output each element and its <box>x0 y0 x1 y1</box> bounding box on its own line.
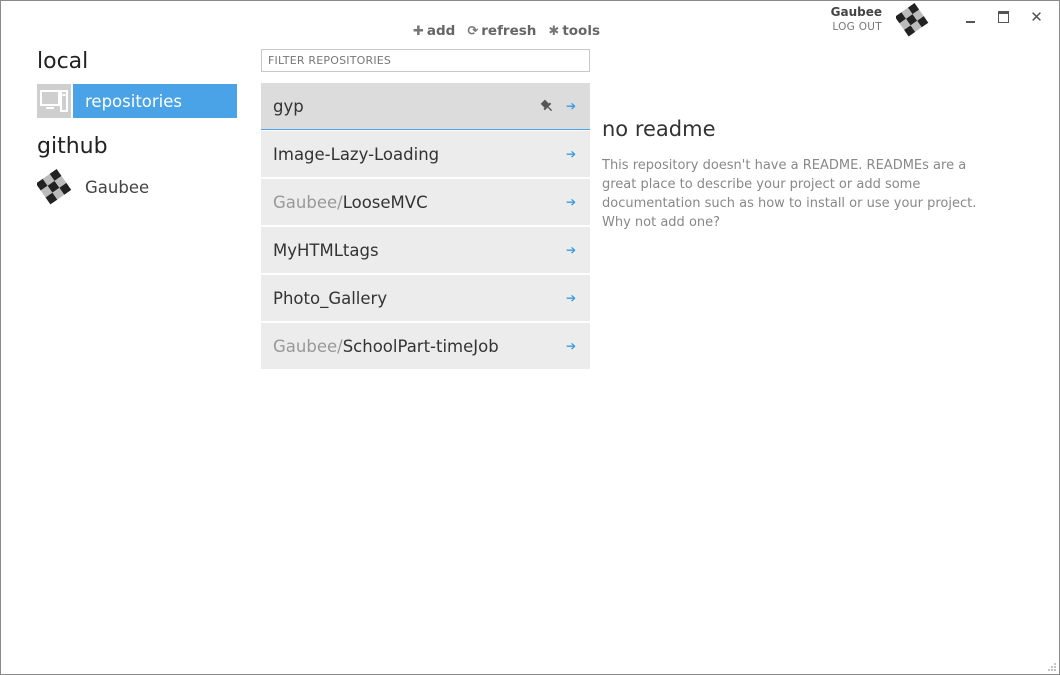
window-controls: ✕ <box>954 7 1053 27</box>
maximize-icon <box>998 11 1009 23</box>
account-avatar <box>37 169 72 205</box>
user-name: Gaubee <box>830 5 882 19</box>
repo-name: Image-Lazy-Loading <box>273 144 440 164</box>
local-section-title: local <box>37 49 89 74</box>
close-icon: ✕ <box>1030 8 1043 26</box>
user-area: Gaubee LOG OUT <box>816 5 882 34</box>
plus-icon: ✚ <box>413 23 424 39</box>
repo-row[interactable]: gyp ➔ <box>261 83 590 130</box>
sidebar-item-repositories[interactable]: repositories <box>37 84 237 118</box>
repo-owner: Gaubee/ <box>273 192 343 212</box>
close-button[interactable]: ✕ <box>1020 7 1053 27</box>
logout-link[interactable]: LOG OUT <box>816 20 882 34</box>
add-button[interactable]: ✚ add <box>413 23 455 39</box>
refresh-button[interactable]: ⟳ refresh <box>467 23 536 39</box>
pin-icon[interactable] <box>540 99 554 113</box>
arrow-right-icon[interactable]: ➔ <box>566 243 576 257</box>
minimize-icon <box>966 21 975 23</box>
tools-button[interactable]: ✱ tools <box>548 23 600 39</box>
arrow-right-icon[interactable]: ➔ <box>566 147 576 161</box>
filter-input[interactable] <box>261 49 590 72</box>
repo-row[interactable]: MyHTMLtags ➔ <box>261 227 590 273</box>
repo-list: gyp ➔ Image-Lazy-Loading ➔ Gaubee/LooseM… <box>261 83 590 371</box>
toolbar: ✚ add ⟳ refresh ✱ tools <box>413 23 600 39</box>
repo-row[interactable]: Image-Lazy-Loading ➔ <box>261 131 590 177</box>
repo-name: LooseMVC <box>342 192 428 212</box>
repo-row[interactable]: Gaubee/SchoolPart-timeJob ➔ <box>261 323 590 369</box>
computer-icon <box>37 84 71 118</box>
refresh-icon: ⟳ <box>467 23 479 39</box>
repo-owner: Gaubee/ <box>273 336 343 356</box>
minimize-button[interactable] <box>954 7 987 27</box>
repo-row[interactable]: Gaubee/LooseMVC ➔ <box>261 179 590 225</box>
github-section-title: github <box>37 134 108 159</box>
app-window: Gaubee LOG OUT ✕ ✚ add ⟳ refresh ✱ tools… <box>0 0 1060 675</box>
user-avatar[interactable] <box>896 3 930 37</box>
refresh-label: refresh <box>481 23 537 39</box>
gear-icon: ✱ <box>548 23 560 39</box>
maximize-button[interactable] <box>987 7 1020 27</box>
sidebar-item-github-account[interactable]: Gaubee <box>37 169 149 205</box>
arrow-right-icon[interactable]: ➔ <box>566 195 576 209</box>
resize-grip-icon[interactable] <box>1047 662 1057 672</box>
arrow-right-icon[interactable]: ➔ <box>566 291 576 305</box>
readme-body: This repository doesn't have a README. R… <box>602 158 977 230</box>
tools-label: tools <box>562 23 600 39</box>
repo-row[interactable]: Photo_Gallery ➔ <box>261 275 590 321</box>
add-label: add <box>426 23 456 39</box>
readme-title: no readme <box>602 117 716 141</box>
arrow-right-icon[interactable]: ➔ <box>566 99 576 113</box>
repo-name: gyp <box>273 96 304 116</box>
repo-name: SchoolPart-timeJob <box>342 336 499 356</box>
repo-name: Photo_Gallery <box>273 288 388 308</box>
repo-name: MyHTMLtags <box>273 240 379 260</box>
github-account-label: Gaubee <box>85 177 150 197</box>
sidebar-item-label: repositories <box>73 84 237 118</box>
arrow-right-icon[interactable]: ➔ <box>566 339 576 353</box>
